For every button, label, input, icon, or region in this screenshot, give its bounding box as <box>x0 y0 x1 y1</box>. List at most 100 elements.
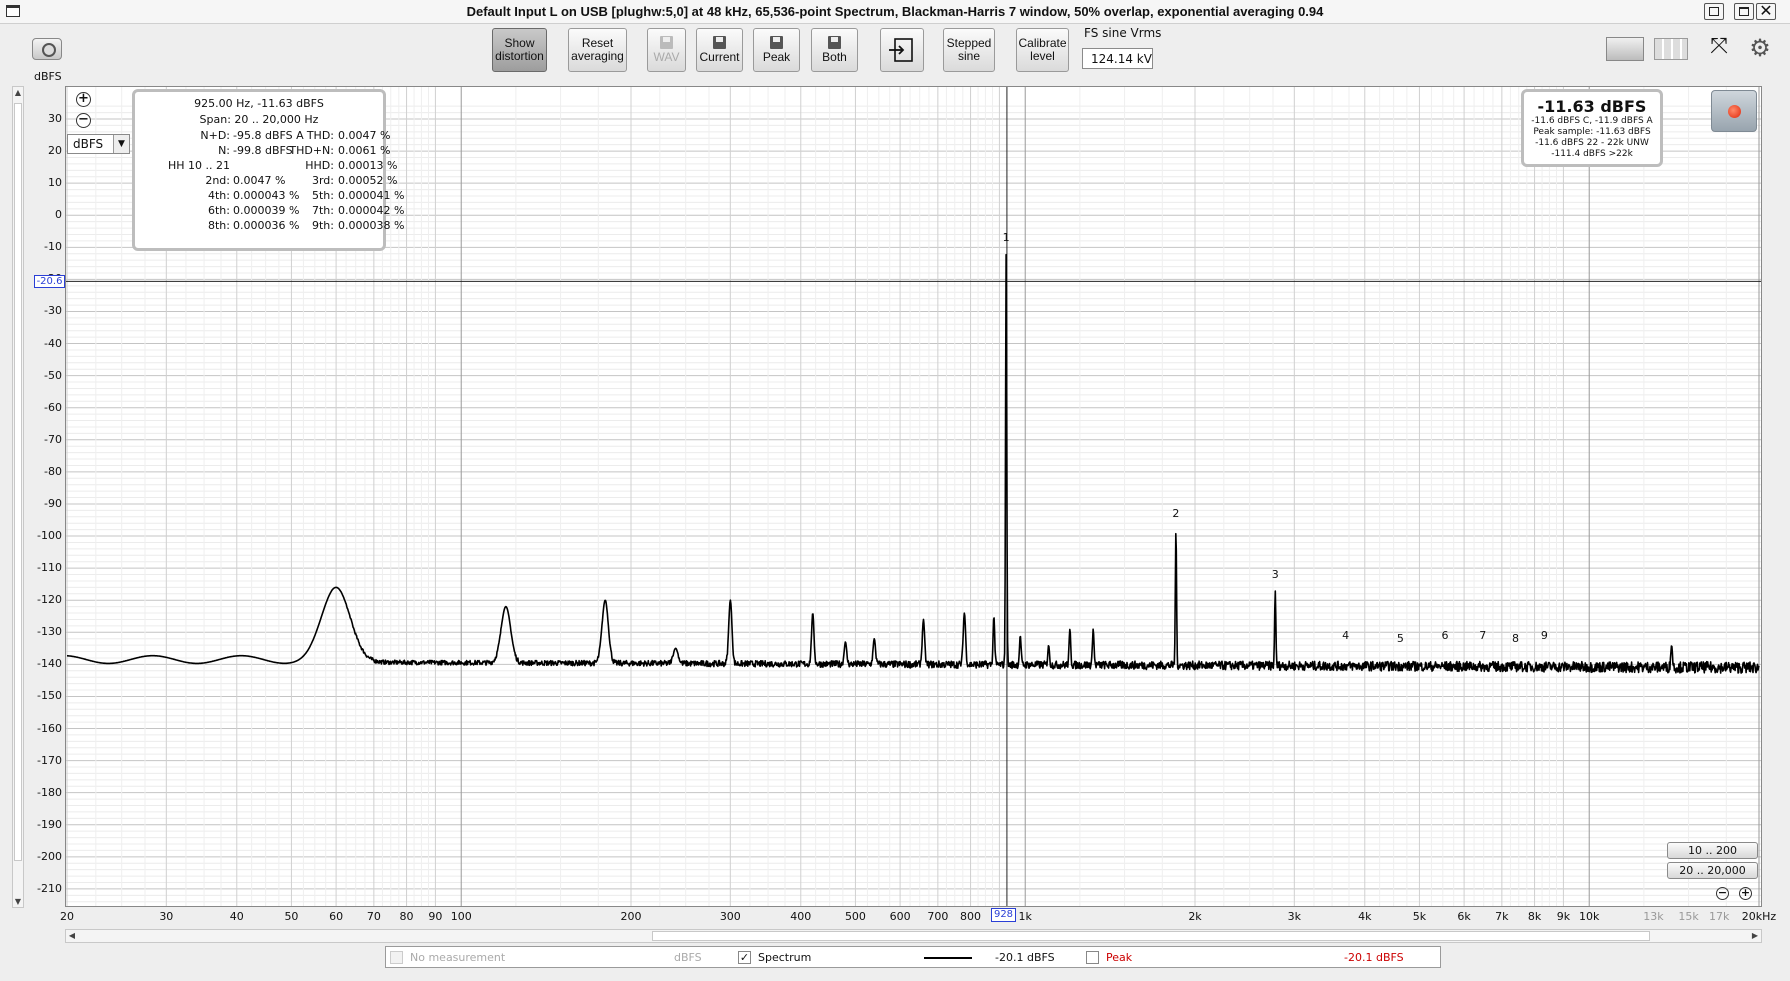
reset-averaging-label-2: averaging <box>571 49 624 63</box>
distortion-label: N+D: <box>200 129 230 142</box>
fs-sine-input[interactable]: 124.14 kV <box>1082 48 1153 69</box>
vertical-scrollbar[interactable]: ▲ ▼ <box>12 86 24 908</box>
peak-value: -20.1 dBFS <box>1344 951 1404 964</box>
zoom-out-icon[interactable]: − <box>76 113 91 128</box>
save-wav-button[interactable]: WAV <box>647 28 686 72</box>
x-tick-label: 5k <box>1412 910 1427 923</box>
distortion-value: 0.000042 % <box>338 204 405 217</box>
save-icon <box>828 36 841 49</box>
y-tick-label: -30 <box>44 304 62 318</box>
distortion-row: N: -99.8 dBFS THD+N: 0.0061 % <box>135 144 390 158</box>
gear-icon[interactable]: ⚙ <box>1748 36 1772 60</box>
x-tick-label: 30 <box>159 910 174 923</box>
x-tick-label: 90 <box>428 910 443 923</box>
maximize-button[interactable] <box>1734 3 1754 20</box>
distortion-label: THD+N: <box>289 144 334 157</box>
save-wav-label: WAV <box>653 50 680 64</box>
distortion-value: 0.000036 % <box>233 219 300 232</box>
fundamental-readout: 925.00 Hz, -11.63 dBFS <box>194 97 324 110</box>
harmonic-label: 7 <box>1479 629 1487 643</box>
columns-icon[interactable] <box>1654 38 1688 60</box>
window-title: Default Input L on USB [plughw:5,0] at 4… <box>466 4 1324 19</box>
scroll-up-icon[interactable]: ▲ <box>13 88 23 97</box>
distortion-value: 0.000038 % <box>338 219 405 232</box>
export-button[interactable] <box>880 28 924 72</box>
y-tick-label: -70 <box>44 432 62 446</box>
horizontal-scroll-thumb[interactable] <box>652 931 1650 941</box>
reset-averaging-button[interactable]: Reset averaging <box>568 28 627 72</box>
y-tick-label: -80 <box>44 464 62 478</box>
fs-sine-label: FS sine Vrms <box>1084 26 1162 40</box>
y-tick-label: -90 <box>44 496 62 510</box>
y-tick-label: -140 <box>37 657 62 671</box>
harmonic-label: 6 <box>1441 629 1449 643</box>
range-10-200-button[interactable]: 10 .. 200 <box>1667 842 1758 859</box>
save-peak-button[interactable]: Peak <box>753 28 800 72</box>
camera-icon[interactable] <box>32 38 62 60</box>
y-tick-label: -130 <box>37 625 62 639</box>
distortion-row: 6th: 0.000039 % 7th: 0.000042 % <box>135 204 404 218</box>
y-tick-label: 0 <box>55 208 62 222</box>
distortion-label: HH 10 .. 21 <box>167 159 230 172</box>
scroll-right-icon[interactable]: ▶ <box>1749 930 1761 942</box>
save-peak-label: Peak <box>762 50 791 64</box>
vertical-scroll-thumb[interactable] <box>14 103 22 861</box>
x-tick-label: 400 <box>790 910 812 923</box>
no-measurement-checkbox[interactable] <box>390 951 403 964</box>
chevron-down-icon[interactable]: ▼ <box>113 135 129 153</box>
close-button[interactable]: ✕ <box>1756 3 1776 20</box>
save-icon <box>660 36 673 49</box>
x-tick-label: 6k <box>1457 910 1471 923</box>
scroll-down-icon[interactable]: ▼ <box>13 897 23 906</box>
y-axis-unit-label: dBFS <box>34 70 62 83</box>
stepped-sine-button[interactable]: Stepped sine <box>943 28 995 72</box>
spectrum-checkbox[interactable]: ✓ <box>738 951 751 964</box>
title-bar: Default Input L on USB [plughw:5,0] at 4… <box>0 0 1790 24</box>
show-distortion-button[interactable]: Show distortion <box>492 28 547 72</box>
level-line-2: Peak sample: -11.63 dBFS <box>1533 127 1651 137</box>
level-line-1: -11.6 dBFS C, -11.9 dBFS A <box>1531 116 1653 126</box>
horizontal-scrollbar[interactable]: ◀ ▶ <box>65 929 1762 943</box>
distortion-value: 0.0047 % <box>233 174 286 187</box>
distortion-label: 7th: <box>312 204 334 217</box>
y-tick-label: -150 <box>37 689 62 703</box>
layout-icon[interactable] <box>1606 37 1644 61</box>
unit-select[interactable]: dBFS ▼ <box>67 134 130 154</box>
minimize-button[interactable] <box>1704 3 1724 20</box>
x-zoom-in-icon[interactable]: + <box>1739 887 1752 900</box>
x-tick-label: 7k <box>1495 910 1509 923</box>
range-20-20000-button[interactable]: 20 .. 20,000 <box>1667 862 1758 879</box>
y-tick-label: -40 <box>44 336 62 350</box>
record-icon[interactable] <box>1711 90 1757 132</box>
no-measurement-unit: dBFS <box>674 951 702 964</box>
show-distortion-label-2: distortion <box>495 49 544 63</box>
scroll-left-icon[interactable]: ◀ <box>66 930 78 942</box>
calibrate-level-button[interactable]: Calibrate level <box>1016 28 1069 72</box>
x-tick-label: 800 <box>960 910 982 923</box>
save-both-button[interactable]: Both <box>811 28 858 72</box>
peak-checkbox[interactable] <box>1086 951 1099 964</box>
y-tick-label: -210 <box>37 881 62 895</box>
save-icon <box>770 36 783 49</box>
x-tick-label: 200 <box>620 910 642 923</box>
x-tick-label: 17k <box>1709 910 1730 923</box>
y-tick-label: -50 <box>44 368 62 382</box>
distortion-label: N: <box>218 144 230 157</box>
x-tick-label: 80 <box>399 910 414 923</box>
expand-arrows-icon[interactable]: ⤧ <box>1700 36 1738 60</box>
y-tick-label: -100 <box>37 529 62 543</box>
y-tick-label: 10 <box>48 176 62 190</box>
x-tick-label: 600 <box>889 910 911 923</box>
peak-label: Peak <box>1106 951 1133 964</box>
unit-select-value: dBFS <box>73 137 104 151</box>
x-zoom-out-icon[interactable]: − <box>1716 887 1729 900</box>
distortion-value: 0.000043 % <box>233 189 300 202</box>
harmonic-label: 3 <box>1271 568 1279 582</box>
x-tick-label: 9k <box>1556 910 1571 923</box>
y-tick-label: -200 <box>37 849 62 863</box>
distortion-label: 9th: <box>312 219 334 232</box>
distortion-row: N+D: -95.8 dBFS A THD: 0.0047 % <box>135 129 390 143</box>
zoom-in-icon[interactable]: + <box>76 92 91 107</box>
save-current-button[interactable]: Current <box>696 28 743 72</box>
distortion-value: -99.8 dBFS <box>233 144 293 157</box>
